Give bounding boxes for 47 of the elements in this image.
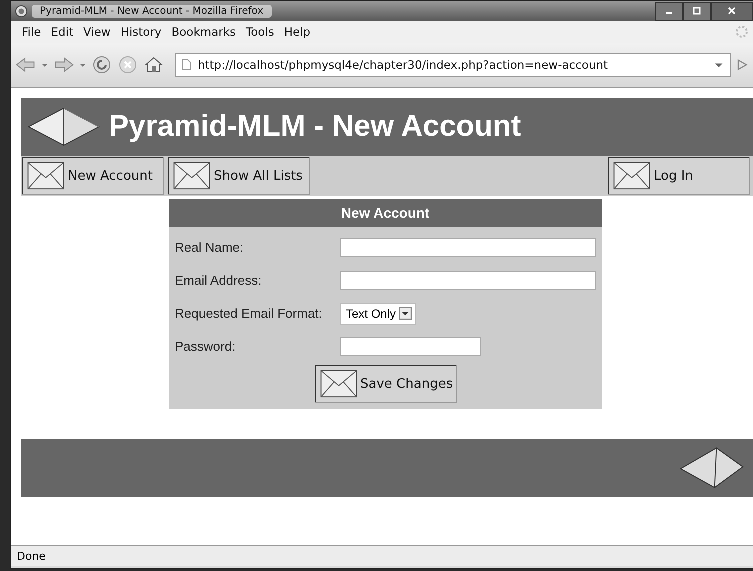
url-text: http://localhost/phpmysql4e/chapter30/index.php?action=new-account [198, 58, 610, 72]
menu-item[interactable]: Edit [46, 25, 79, 39]
browser-logo-icon [15, 4, 28, 18]
dropdown-caret-icon[interactable] [41, 61, 49, 69]
status-text: Done [17, 550, 46, 562]
format-dropdown[interactable]: Text Only [340, 302, 416, 324]
nav-button[interactable]: New Account [22, 157, 164, 195]
maximize-icon [692, 6, 702, 16]
activity-indicator-icon [735, 25, 749, 39]
field-label: Email Address: [175, 273, 263, 288]
forward-arrow-icon[interactable] [53, 55, 75, 75]
menu-item[interactable]: View [78, 25, 116, 39]
menu-item[interactable]: File [17, 25, 46, 39]
window-title: Pyramid-MLM - New Account - Mozilla Firefox [32, 4, 272, 18]
password-field[interactable] [340, 337, 481, 356]
form-title: New Account [169, 199, 602, 227]
save-button[interactable]: Save Changes [314, 365, 456, 403]
pyramid-icon [27, 106, 101, 148]
envelope-icon [613, 162, 651, 190]
address-field[interactable]: http://localhost/phpmysql4e/chapter30/index.php?action=new-account [175, 53, 731, 77]
envelope-icon [320, 370, 358, 398]
dropdown-caret-icon[interactable] [79, 61, 87, 69]
menu-item[interactable]: Bookmarks [166, 25, 241, 39]
nav-button[interactable]: Show All Lists [168, 157, 310, 195]
close-icon [727, 6, 737, 16]
reload-icon[interactable] [91, 55, 113, 75]
field-label: Requested Email Format: [175, 306, 324, 321]
pyramid-icon [679, 446, 745, 490]
nav-button[interactable]: Log In [608, 157, 750, 195]
menu-item[interactable]: History [116, 25, 167, 39]
page-icon [182, 59, 192, 71]
home-icon[interactable] [143, 55, 165, 75]
field-label: Password: [175, 339, 237, 354]
page-title: Pyramid-MLM - New Account [109, 110, 522, 144]
text-field[interactable] [340, 238, 596, 257]
field-label: Real Name: [175, 240, 245, 255]
minimize-button[interactable] [655, 2, 683, 20]
menu-item[interactable]: Help [279, 25, 316, 39]
envelope-icon [27, 162, 65, 190]
go-arrow-icon[interactable] [735, 58, 749, 72]
close-button[interactable] [711, 2, 753, 20]
menu-item[interactable]: Tools [241, 25, 280, 39]
envelope-icon [173, 162, 211, 190]
text-field[interactable] [340, 271, 596, 290]
back-arrow-icon[interactable] [15, 55, 37, 75]
maximize-button[interactable] [683, 2, 711, 20]
dropdown-caret-icon [399, 307, 412, 320]
